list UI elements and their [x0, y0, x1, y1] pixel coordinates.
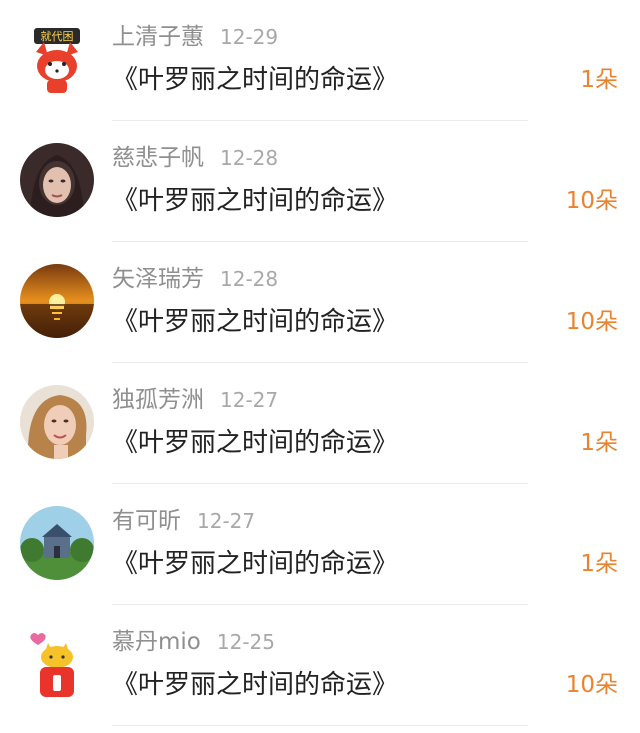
flower-count: 1朵	[580, 551, 618, 577]
sender-name[interactable]: 有可昕	[112, 508, 181, 534]
house-landscape-avatar[interactable]	[20, 506, 94, 580]
sender-line: 有可昕 12-27	[112, 506, 255, 536]
flower-count: 1朵	[580, 67, 618, 93]
gift-list: 就代困 上清子蕙 12-29 《叶罗丽之时间的命运》 1朵 慈悲子帆 12-28…	[0, 0, 640, 733]
gift-date: 12-27	[220, 388, 279, 412]
row-divider	[112, 725, 528, 726]
sender-name[interactable]: 慕丹mio	[112, 629, 201, 655]
gift-date: 12-29	[220, 25, 279, 49]
gift-date: 12-27	[197, 509, 256, 533]
gift-title[interactable]: 《叶罗丽之时间的命运》	[112, 425, 398, 461]
gift-date: 12-28	[220, 267, 279, 291]
gift-row[interactable]: 独孤芳洲 12-27 《叶罗丽之时间的命运》 1朵	[0, 363, 640, 484]
gift-row[interactable]: 矢泽瑞芳 12-28 《叶罗丽之时间的命运》 10朵	[0, 242, 640, 363]
gift-row[interactable]: 慕丹mio 12-25 《叶罗丽之时间的命运》 10朵	[0, 605, 640, 726]
gift-date: 12-28	[220, 146, 279, 170]
sender-name[interactable]: 独孤芳洲	[112, 387, 204, 413]
sender-line: 慈悲子帆 12-28	[112, 143, 278, 173]
sender-name[interactable]: 上清子蕙	[112, 24, 204, 50]
sender-name[interactable]: 慈悲子帆	[112, 145, 204, 171]
gift-row[interactable]: 就代困 上清子蕙 12-29 《叶罗丽之时间的命运》 1朵	[0, 0, 640, 121]
sender-line: 矢泽瑞芳 12-28	[112, 264, 278, 294]
gift-row[interactable]: 慈悲子帆 12-28 《叶罗丽之时间的命运》 10朵	[0, 121, 640, 242]
girl-photo-avatar[interactable]	[20, 143, 94, 217]
sender-name[interactable]: 矢泽瑞芳	[112, 266, 204, 292]
sender-line: 上清子蕙 12-29	[112, 22, 278, 52]
gift-title[interactable]: 《叶罗丽之时间的命运》	[112, 304, 398, 340]
flower-count: 10朵	[565, 188, 618, 214]
fox-cartoon-avatar[interactable]: 就代困	[20, 22, 94, 96]
gift-title[interactable]: 《叶罗丽之时间的命运》	[112, 183, 398, 219]
gift-title[interactable]: 《叶罗丽之时间的命运》	[112, 62, 398, 98]
gift-row[interactable]: 有可昕 12-27 《叶罗丽之时间的命运》 1朵	[0, 484, 640, 605]
flower-count: 1朵	[580, 430, 618, 456]
gift-title[interactable]: 《叶罗丽之时间的命运》	[112, 546, 398, 582]
girl-portrait-avatar[interactable]	[20, 385, 94, 459]
sender-line: 慕丹mio 12-25	[112, 627, 275, 657]
yellow-cat-cartoon-avatar[interactable]	[20, 627, 94, 701]
flower-count: 10朵	[565, 309, 618, 335]
badge-text: 就代困	[41, 29, 74, 43]
gift-date: 12-25	[216, 630, 275, 654]
flower-count: 10朵	[565, 672, 618, 698]
gift-title[interactable]: 《叶罗丽之时间的命运》	[112, 667, 398, 703]
sender-line: 独孤芳洲 12-27	[112, 385, 278, 415]
sunset-avatar[interactable]	[20, 264, 94, 338]
